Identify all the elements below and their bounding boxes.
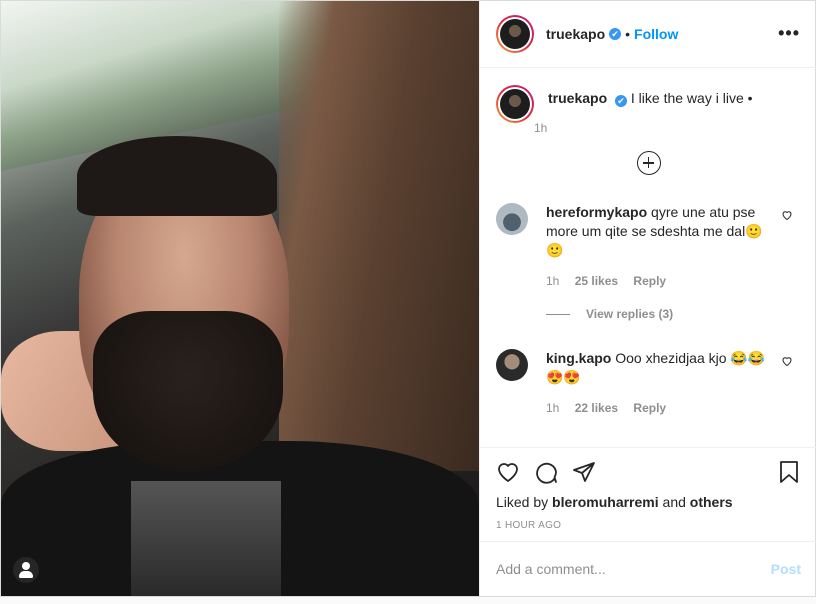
liked-user[interactable]: bleromuharremi	[552, 494, 659, 510]
view-replies-button[interactable]: View replies (3)	[546, 307, 801, 321]
liked-joiner: and	[662, 494, 686, 510]
caption: truekapo ✔ I like the way i live • 1h	[496, 85, 801, 135]
caption-username[interactable]: truekapo	[548, 90, 607, 106]
header-avatar[interactable]	[496, 15, 534, 53]
photo-hair	[279, 1, 479, 471]
comment-avatar[interactable]	[496, 203, 528, 235]
comment-item: king.kapo Ooo xhezidjaa kjo 😂😂 😍😍 1h 22 …	[496, 349, 801, 418]
add-comment-bar: Post	[480, 541, 816, 596]
add-comment-input[interactable]	[496, 561, 771, 577]
liked-by: Liked by bleromuharremi and others	[496, 494, 801, 510]
post-header: truekapo ✔ • Follow •••	[480, 1, 816, 68]
follow-button[interactable]: Follow	[634, 26, 678, 42]
share-icon[interactable]	[572, 460, 596, 484]
photo-beard	[93, 311, 283, 471]
comment-time[interactable]: 1h	[546, 274, 559, 288]
reply-button[interactable]: Reply	[633, 274, 666, 288]
post-button[interactable]: Post	[771, 561, 801, 577]
liked-others[interactable]: others	[690, 494, 733, 510]
comment-avatar[interactable]	[496, 349, 528, 381]
post-photo[interactable]	[1, 1, 479, 596]
comment-time[interactable]: 1h	[546, 401, 559, 415]
verified-icon: ✔	[609, 28, 622, 40]
header-username[interactable]: truekapo	[546, 26, 605, 42]
post-container: truekapo ✔ • Follow ••• truekapo ✔ I lik…	[0, 0, 816, 597]
comment-username[interactable]: hereformykapo	[546, 204, 647, 220]
header-separator: •	[625, 26, 631, 42]
caption-avatar[interactable]	[496, 85, 534, 123]
actions-section: Liked by bleromuharremi and others 1 HOU…	[480, 447, 816, 531]
comment-username[interactable]: king.kapo	[546, 350, 611, 366]
comment-likes[interactable]: 25 likes	[575, 274, 618, 288]
reply-button[interactable]: Reply	[633, 401, 666, 415]
post-timestamp[interactable]: 1 HOUR AGO	[496, 520, 801, 531]
comment-like-icon[interactable]	[781, 209, 793, 224]
bookmark-icon[interactable]	[777, 460, 801, 484]
caption-time[interactable]: 1h	[534, 121, 753, 135]
more-icon[interactable]: •••	[778, 23, 800, 44]
plus-circle-icon[interactable]	[636, 151, 661, 175]
comment-item: hereformykapo qyre une atu pse more um q…	[496, 203, 801, 291]
view-replies-label: View replies (3)	[586, 307, 674, 321]
comment-like-icon[interactable]	[781, 355, 793, 370]
caption-text: I like the way i live •	[630, 90, 753, 106]
comment-icon[interactable]	[534, 460, 558, 484]
post-sidebar: truekapo ✔ • Follow ••• truekapo ✔ I lik…	[479, 1, 816, 596]
verified-icon: ✔	[615, 95, 628, 107]
view-replies-line	[546, 313, 570, 315]
heart-icon[interactable]	[496, 460, 520, 484]
user-tag-icon[interactable]	[13, 557, 39, 583]
comments-section[interactable]: truekapo ✔ I like the way i live • 1h he…	[480, 69, 816, 446]
comment-likes[interactable]: 22 likes	[575, 401, 618, 415]
photo-hairtop	[77, 136, 277, 216]
liked-prefix: Liked by	[496, 494, 549, 510]
photo-shirt-print	[131, 481, 281, 596]
action-icons	[496, 458, 801, 486]
